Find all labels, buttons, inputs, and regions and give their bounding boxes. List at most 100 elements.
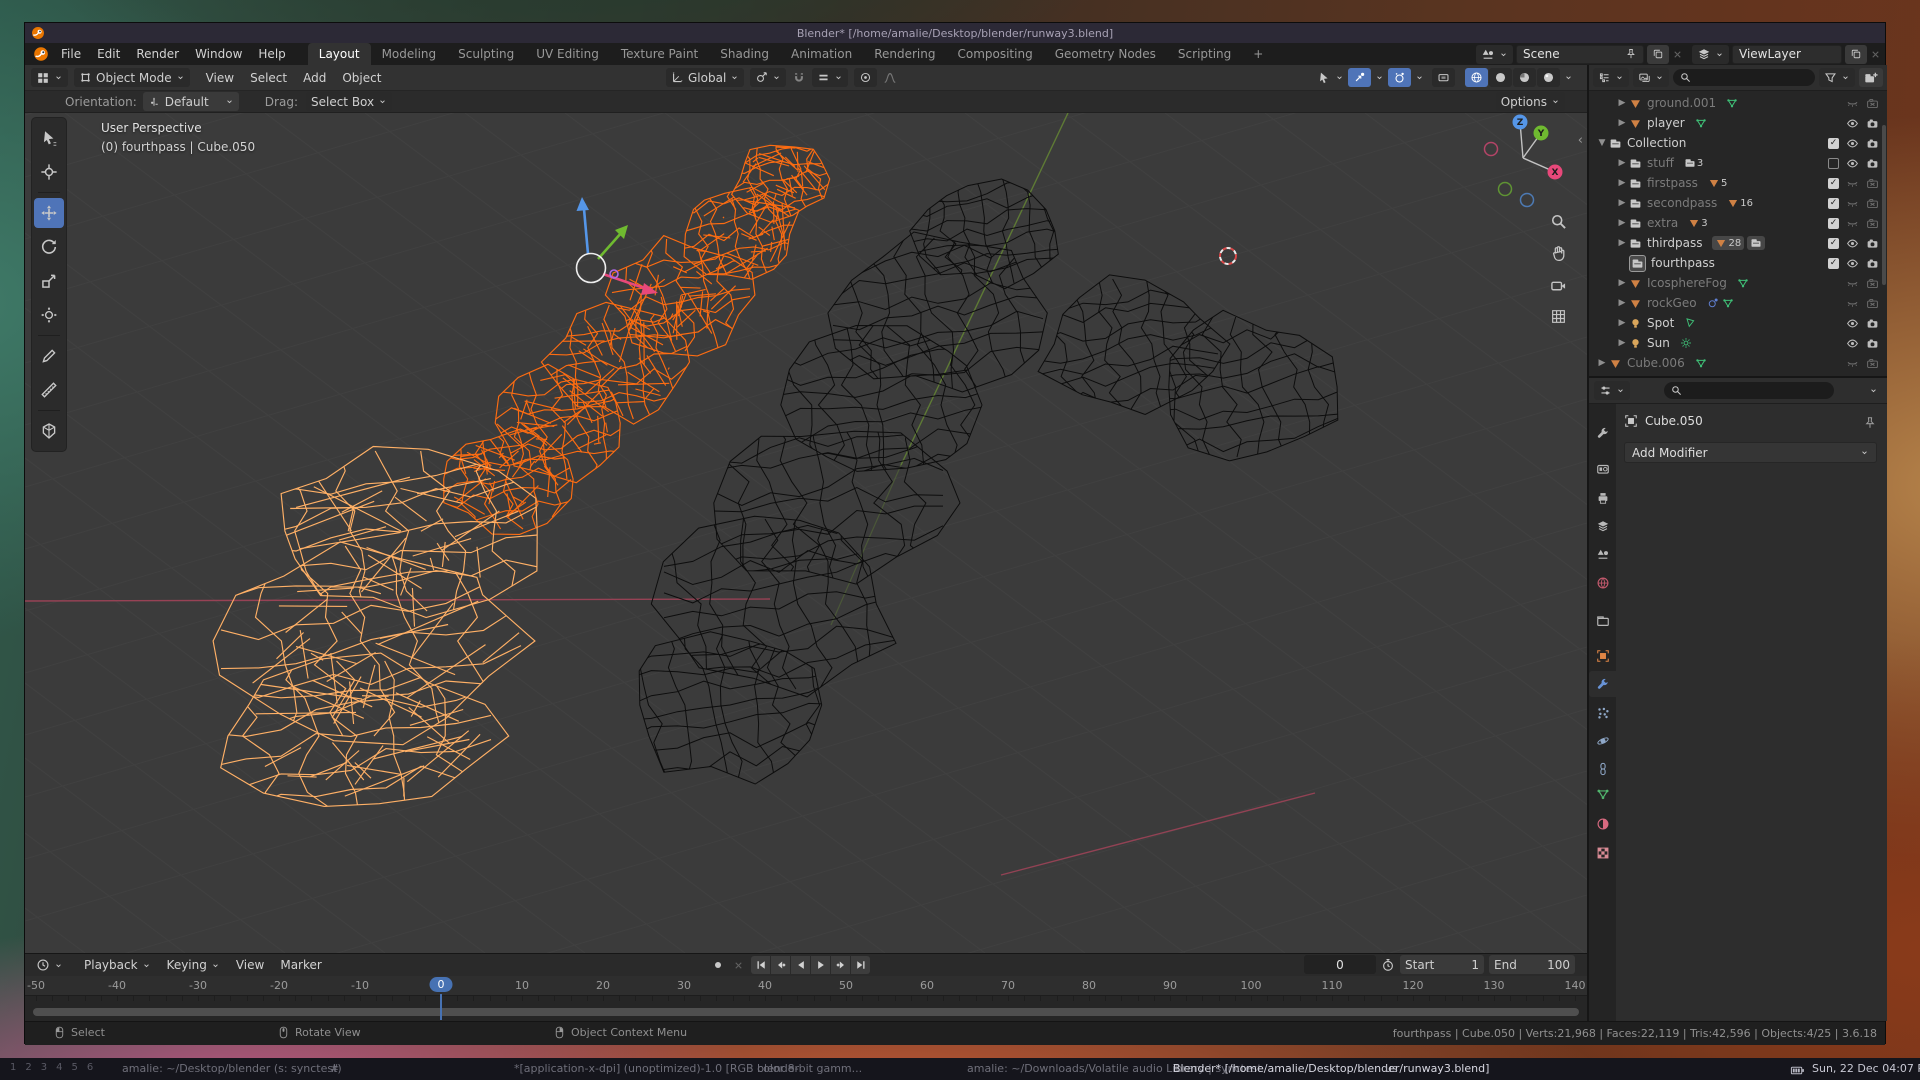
menu-edit[interactable]: Edit <box>89 43 128 65</box>
keyboard-layout-indicator[interactable]: us <box>1385 1062 1398 1075</box>
gizmos-toggle[interactable] <box>1348 68 1371 87</box>
render-camera-icon[interactable] <box>1866 237 1879 250</box>
workspace-1[interactable]: 1 <box>10 1062 16 1073</box>
outliner-row-player[interactable]: ▶player <box>1589 113 1887 133</box>
properties-tab-render[interactable] <box>1589 456 1616 482</box>
current-frame-indicator[interactable]: 0 <box>430 977 453 992</box>
render-camera-off-icon[interactable] <box>1866 357 1879 370</box>
properties-tab-data[interactable] <box>1589 781 1616 807</box>
sidebar-collapse-arrow[interactable]: ‹ <box>1578 133 1583 148</box>
tool-select-box[interactable] <box>34 123 64 153</box>
disclosure-closed-icon[interactable]: ▶ <box>1615 218 1629 228</box>
pin-icon[interactable] <box>1625 48 1637 60</box>
eye-icon[interactable] <box>1846 317 1859 330</box>
render-camera-off-icon[interactable] <box>1866 297 1879 310</box>
tab-uv-editing[interactable]: UV Editing <box>525 43 610 65</box>
taskbar-active-window[interactable]: Blender* [/home/amalie/Desktop/blender/r… <box>1173 1062 1489 1075</box>
eye-closed-icon[interactable] <box>1846 97 1859 110</box>
collection-checkbox[interactable]: ✓ <box>1828 218 1839 229</box>
tool-move[interactable] <box>34 198 64 228</box>
orientation-selector[interactable]: Global <box>666 68 744 87</box>
pin-icon[interactable] <box>1863 416 1877 430</box>
outliner-scrollbar[interactable] <box>1882 125 1886 285</box>
disclosure-closed-icon[interactable]: ▶ <box>1595 358 1609 368</box>
add-modifier-button[interactable]: Add Modifier <box>1624 442 1877 463</box>
tab-texture-paint[interactable]: Texture Paint <box>610 43 709 65</box>
chevron-down-icon[interactable] <box>1564 73 1573 82</box>
outliner-row-thirdpass[interactable]: ▶thirdpass28✓ <box>1589 233 1887 253</box>
workspace-4[interactable]: 4 <box>56 1062 62 1073</box>
editor-type-button[interactable] <box>31 68 68 87</box>
previous-keyframe-button[interactable] <box>771 956 790 974</box>
render-camera-off-icon[interactable] <box>1866 197 1879 210</box>
outliner-row-collection[interactable]: ▼Collection✓ <box>1589 133 1887 153</box>
tab-modeling[interactable]: Modeling <box>371 43 448 65</box>
tool-measure[interactable] <box>34 375 64 405</box>
outliner-row-rockgeo[interactable]: ▶rockGeo <box>1589 293 1887 313</box>
outliner-row-secondpass[interactable]: ▶secondpass16✓ <box>1589 193 1887 213</box>
outliner-row-icospherefog[interactable]: ▶IcosphereFog <box>1589 273 1887 293</box>
menu-help[interactable]: Help <box>250 43 293 65</box>
eye-closed-icon[interactable] <box>1846 277 1859 290</box>
render-camera-off-icon[interactable] <box>1866 277 1879 290</box>
mode-selector[interactable]: Object Mode <box>74 68 190 87</box>
viewlayer-copy-button[interactable] <box>1845 45 1867 64</box>
menu-render[interactable]: Render <box>128 43 187 65</box>
disclosure-open-icon[interactable]: ▼ <box>1595 138 1609 148</box>
orthographic-toggle-icon[interactable] <box>1550 308 1567 325</box>
taskbar-entry[interactable]: blender <box>757 1062 799 1075</box>
viewport-menu-select[interactable]: Select <box>242 67 295 89</box>
disclosure-closed-icon[interactable]: ▶ <box>1615 198 1629 208</box>
camera-view-icon[interactable] <box>1550 277 1567 294</box>
outliner-row-ground-001[interactable]: ▶ground.001 <box>1589 93 1887 113</box>
tool-cursor[interactable] <box>34 157 64 187</box>
taskbar-entry[interactable]: amalie: ~/Desktop/blender (s: synctest) <box>122 1062 342 1075</box>
outliner-row-firstpass[interactable]: ▶firstpass5✓ <box>1589 173 1887 193</box>
play-button[interactable] <box>811 956 830 974</box>
eye-icon[interactable] <box>1846 257 1859 270</box>
window-titlebar[interactable]: Blender* [/home/amalie/Desktop/blender/r… <box>25 23 1885 43</box>
falloff-curve-icon[interactable] <box>883 71 897 85</box>
collection-checkbox[interactable]: ✓ <box>1828 178 1839 189</box>
viewlayer-selector[interactable]: ViewLayer <box>1732 45 1842 64</box>
properties-tab-modifiers[interactable] <box>1589 671 1616 697</box>
scene-type-button[interactable] <box>1476 45 1513 64</box>
tab-rendering[interactable]: Rendering <box>863 43 946 65</box>
blender-menu-logo-icon[interactable] <box>33 46 49 62</box>
properties-tab-view-layer[interactable] <box>1589 513 1616 539</box>
disclosure-closed-icon[interactable]: ▶ <box>1615 298 1629 308</box>
tool-annotate[interactable] <box>34 341 64 371</box>
outliner-display-mode-button[interactable] <box>1593 68 1629 87</box>
viewlayer-type-button[interactable] <box>1692 45 1729 64</box>
proportional-menu-button[interactable] <box>812 68 848 87</box>
outliner-row-sun[interactable]: ▶Sun <box>1589 333 1887 353</box>
eye-closed-icon[interactable] <box>1846 197 1859 210</box>
tool-transform[interactable] <box>34 300 64 330</box>
properties-tab-world[interactable] <box>1589 570 1616 596</box>
viewport-menu-view[interactable]: View <box>198 67 242 89</box>
properties-tab-material[interactable] <box>1589 811 1616 837</box>
outliner-row-fourthpass[interactable]: fourthpass✓ <box>1589 253 1887 273</box>
outliner-row-extra[interactable]: ▶extra3✓ <box>1589 213 1887 233</box>
pan-hand-icon[interactable] <box>1550 245 1567 262</box>
chevron-down-icon[interactable] <box>1415 73 1424 82</box>
timeline-menu-playback[interactable]: Playback <box>76 954 159 976</box>
tab-shading[interactable]: Shading <box>709 43 780 65</box>
disclosure-closed-icon[interactable]: ▶ <box>1615 118 1629 128</box>
viewport-menu-add[interactable]: Add <box>295 67 334 89</box>
current-frame-field[interactable]: 0 <box>1304 955 1376 974</box>
render-camera-off-icon[interactable] <box>1866 97 1879 110</box>
outliner-filter-button[interactable] <box>1819 68 1855 87</box>
auto-keying-toggle[interactable] <box>707 956 729 975</box>
eye-closed-icon[interactable] <box>1846 357 1859 370</box>
render-camera-off-icon[interactable] <box>1866 177 1879 190</box>
shading-wireframe-button[interactable] <box>1465 68 1488 87</box>
workspace-switcher[interactable]: 123456 <box>10 1062 93 1073</box>
tool-add-cube[interactable] <box>34 416 64 446</box>
drag-mode-selector[interactable]: Select Box <box>306 92 392 111</box>
workspace-6[interactable]: 6 <box>87 1062 93 1073</box>
disclosure-closed-icon[interactable]: ▶ <box>1615 278 1629 288</box>
disclosure-closed-icon[interactable]: ▶ <box>1615 238 1629 248</box>
end-frame-field[interactable]: End100 <box>1489 955 1575 974</box>
viewport-menu-object[interactable]: Object <box>334 67 389 89</box>
